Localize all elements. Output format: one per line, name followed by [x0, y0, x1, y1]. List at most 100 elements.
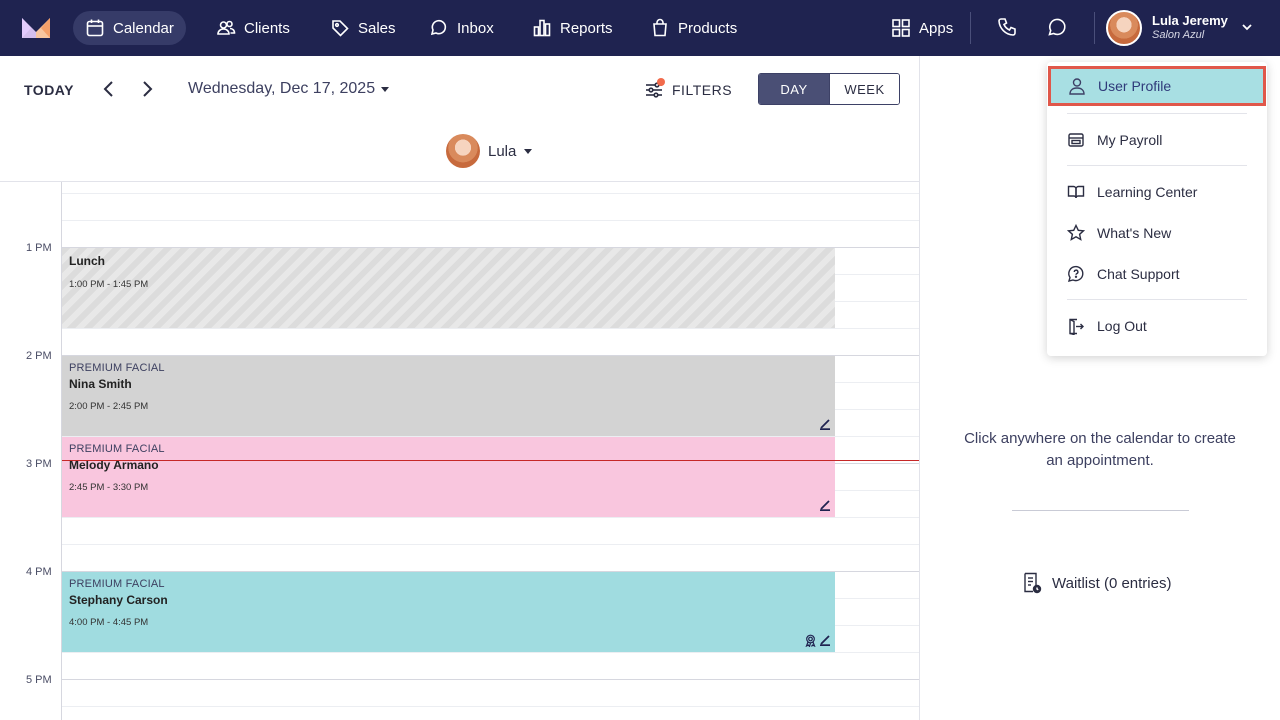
waitlist-label: Waitlist (0 entries): [1052, 574, 1172, 592]
chevron-down-icon: [1242, 24, 1252, 31]
slot-line: [62, 652, 919, 653]
menu-item-label: User Profile: [1098, 78, 1172, 94]
appointment-card[interactable]: PREMIUM FACIAL Melody Armano 2:45 PM - 3…: [62, 437, 835, 517]
menu-item-whats-new[interactable]: What's New: [1047, 215, 1267, 251]
chevron-left-icon: [103, 81, 113, 97]
book-icon: [1067, 185, 1085, 199]
edit-icon[interactable]: [819, 634, 831, 646]
slot-line: [62, 517, 919, 518]
today-button[interactable]: TODAY: [24, 82, 74, 98]
hour-label: 4 PM: [26, 566, 52, 578]
chevron-right-icon: [143, 81, 153, 97]
menu-divider: [1067, 165, 1247, 166]
chat-bubble-icon: [430, 19, 447, 36]
appointment-card[interactable]: PREMIUM FACIAL Nina Smith 2:00 PM - 2:45…: [62, 356, 835, 436]
menu-item-my-payroll[interactable]: My Payroll: [1047, 122, 1267, 158]
nav-label: Apps: [919, 19, 954, 37]
appointment-client: Stephany Carson: [69, 593, 168, 607]
slot-line: [62, 544, 919, 545]
create-appointment-hint: Click anywhere on the calendar to create…: [964, 430, 1236, 469]
menu-item-log-out[interactable]: Log Out: [1047, 308, 1267, 344]
star-icon: [1067, 224, 1085, 241]
logo-icon[interactable]: [22, 16, 50, 38]
apps-grid-icon: [892, 19, 910, 37]
user-salon: Salon Azul: [1152, 29, 1205, 41]
nav-divider: [970, 12, 971, 44]
filters-button[interactable]: FILTERS: [644, 78, 733, 100]
calendar-icon: [86, 19, 104, 37]
user-name: Lula Jeremy: [1152, 13, 1228, 28]
date-picker[interactable]: Wednesday, Dec 17, 2025: [188, 80, 390, 98]
nav-label: Reports: [560, 19, 613, 37]
caret-down-icon: [524, 148, 533, 154]
chat-support-icon: [1067, 265, 1084, 282]
nav-sales[interactable]: Sales: [318, 11, 408, 45]
current-date: Wednesday, Dec 17, 2025: [188, 80, 376, 97]
user-menu-toggle[interactable]: Lula Jeremy Salon Azul: [1106, 10, 1266, 46]
previous-day-button[interactable]: [98, 78, 120, 100]
nav-label: Calendar: [113, 19, 174, 37]
staff-name: Lula: [488, 142, 517, 160]
appointment-title: Lunch: [69, 254, 105, 268]
hour-label: 1 PM: [26, 242, 52, 254]
logout-icon: [1069, 318, 1084, 335]
edit-icon[interactable]: [819, 499, 831, 511]
nav-products[interactable]: Products: [638, 11, 749, 45]
nav-label: Products: [678, 19, 738, 37]
menu-item-label: Learning Center: [1097, 184, 1198, 200]
menu-item-label: Log Out: [1097, 318, 1147, 334]
appointment-time: 2:00 PM - 2:45 PM: [69, 401, 149, 412]
slot-line: [62, 193, 919, 194]
next-day-button[interactable]: [136, 78, 158, 100]
shopping-bag-icon: [653, 18, 667, 37]
phone-button[interactable]: [996, 16, 1020, 40]
current-time-indicator: [62, 460, 919, 461]
bar-chart-icon: [533, 19, 551, 37]
nav-divider: [1094, 12, 1095, 44]
hour-label: 2 PM: [26, 350, 52, 362]
menu-item-user-profile[interactable]: User Profile: [1048, 66, 1266, 106]
waitlist-icon: [1024, 572, 1042, 594]
menu-item-label: Chat Support: [1097, 266, 1180, 282]
slot-line: [62, 706, 919, 707]
panel-divider: [1012, 510, 1189, 511]
slot-line: [62, 220, 919, 221]
appointment-card[interactable]: PREMIUM FACIAL Stephany Carson 4:00 PM -…: [62, 572, 835, 652]
nav-apps[interactable]: Apps: [879, 11, 965, 45]
calendar-toolbar: TODAY Wednesday, Dec 17, 2025 FILTERS DA…: [0, 56, 920, 182]
appointment-time: 1:00 PM - 1:45 PM: [69, 279, 149, 290]
filters-label: FILTERS: [672, 82, 733, 98]
nav-reports[interactable]: Reports: [520, 11, 625, 45]
edit-icon[interactable]: [819, 418, 831, 430]
caret-down-icon: [381, 86, 390, 92]
view-week-button[interactable]: WEEK: [829, 74, 899, 104]
view-day-button[interactable]: DAY: [759, 74, 829, 104]
menu-item-chat-support[interactable]: Chat Support: [1047, 256, 1267, 292]
calendar-grid[interactable]: 1 PM 2 PM 3 PM 4 PM 5 PM Lunch 1:00 PM -…: [0, 182, 920, 720]
nav-label: Inbox: [457, 19, 494, 37]
staff-selector[interactable]: Lula: [446, 134, 533, 168]
appointment-time: 4:00 PM - 4:45 PM: [69, 617, 149, 628]
appointment-time: 2:45 PM - 3:30 PM: [69, 482, 149, 493]
user-dropdown-menu: User Profile My Payroll Learning Center …: [1047, 62, 1267, 356]
slot-line: [62, 328, 919, 329]
waitlist-button[interactable]: Waitlist (0 entries): [1022, 572, 1171, 594]
menu-item-learning-center[interactable]: Learning Center: [1047, 174, 1267, 210]
hour-label: 3 PM: [26, 458, 52, 470]
view-toggle: DAY WEEK: [758, 73, 900, 105]
avatar: [1106, 10, 1142, 46]
chat-icon: [1048, 18, 1066, 36]
menu-item-label: What's New: [1097, 225, 1172, 241]
hour-line: [62, 679, 919, 680]
nav-clients[interactable]: Clients: [204, 11, 302, 45]
nav-calendar[interactable]: Calendar: [73, 11, 186, 45]
clients-icon: [217, 20, 236, 35]
tag-icon: [332, 20, 349, 37]
menu-item-label: My Payroll: [1097, 132, 1163, 148]
hour-label: 5 PM: [26, 674, 52, 686]
phone-icon: [998, 18, 1016, 36]
nav-inbox[interactable]: Inbox: [417, 11, 506, 45]
messages-button[interactable]: [1046, 16, 1070, 40]
user-icon: [1069, 78, 1085, 95]
appointment-lunch[interactable]: Lunch 1:00 PM - 1:45 PM: [62, 248, 835, 328]
